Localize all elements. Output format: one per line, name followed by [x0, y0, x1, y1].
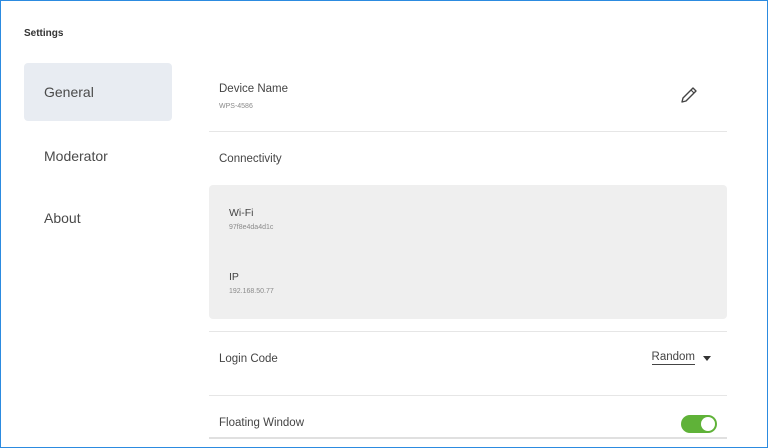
- edit-device-name-button[interactable]: [677, 83, 701, 107]
- divider: [209, 131, 727, 132]
- caret-down-icon: [703, 355, 711, 361]
- window-title: Settings: [24, 28, 64, 39]
- pencil-icon: [681, 87, 697, 103]
- sidebar-item-label: General: [44, 84, 94, 100]
- connectivity-panel: Wi-Fi 97f8e4da4d1c IP 192.168.50.77: [209, 185, 727, 319]
- divider: [209, 331, 727, 332]
- toggle-knob: [701, 417, 715, 431]
- device-name-label: Device Name: [219, 83, 289, 95]
- sidebar-item-label: About: [44, 210, 81, 226]
- bottom-divider: [209, 437, 727, 439]
- ip-label: IP: [229, 271, 239, 283]
- login-code-value: Random: [651, 351, 695, 365]
- login-code-select[interactable]: Random: [651, 351, 711, 365]
- ip-value: 192.168.50.77: [229, 288, 274, 295]
- floating-window-label: Floating Window: [219, 417, 305, 429]
- login-code-label: Login Code: [219, 353, 278, 365]
- sidebar-item-label: Moderator: [44, 148, 108, 164]
- device-name-row: Device Name WPS-4586: [209, 65, 727, 129]
- wifi-value: 97f8e4da4d1c: [229, 224, 274, 231]
- divider: [209, 395, 727, 396]
- wifi-label: Wi-Fi: [229, 207, 254, 219]
- sidebar-item-general[interactable]: General: [24, 63, 172, 121]
- sidebar-item-about[interactable]: About: [24, 189, 172, 247]
- sidebar-item-moderator[interactable]: Moderator: [24, 127, 172, 185]
- floating-window-toggle[interactable]: [681, 415, 717, 433]
- connectivity-label: Connectivity: [219, 153, 282, 165]
- settings-window: Settings General Moderator About Device …: [0, 0, 768, 448]
- device-name-value: WPS-4586: [219, 103, 253, 110]
